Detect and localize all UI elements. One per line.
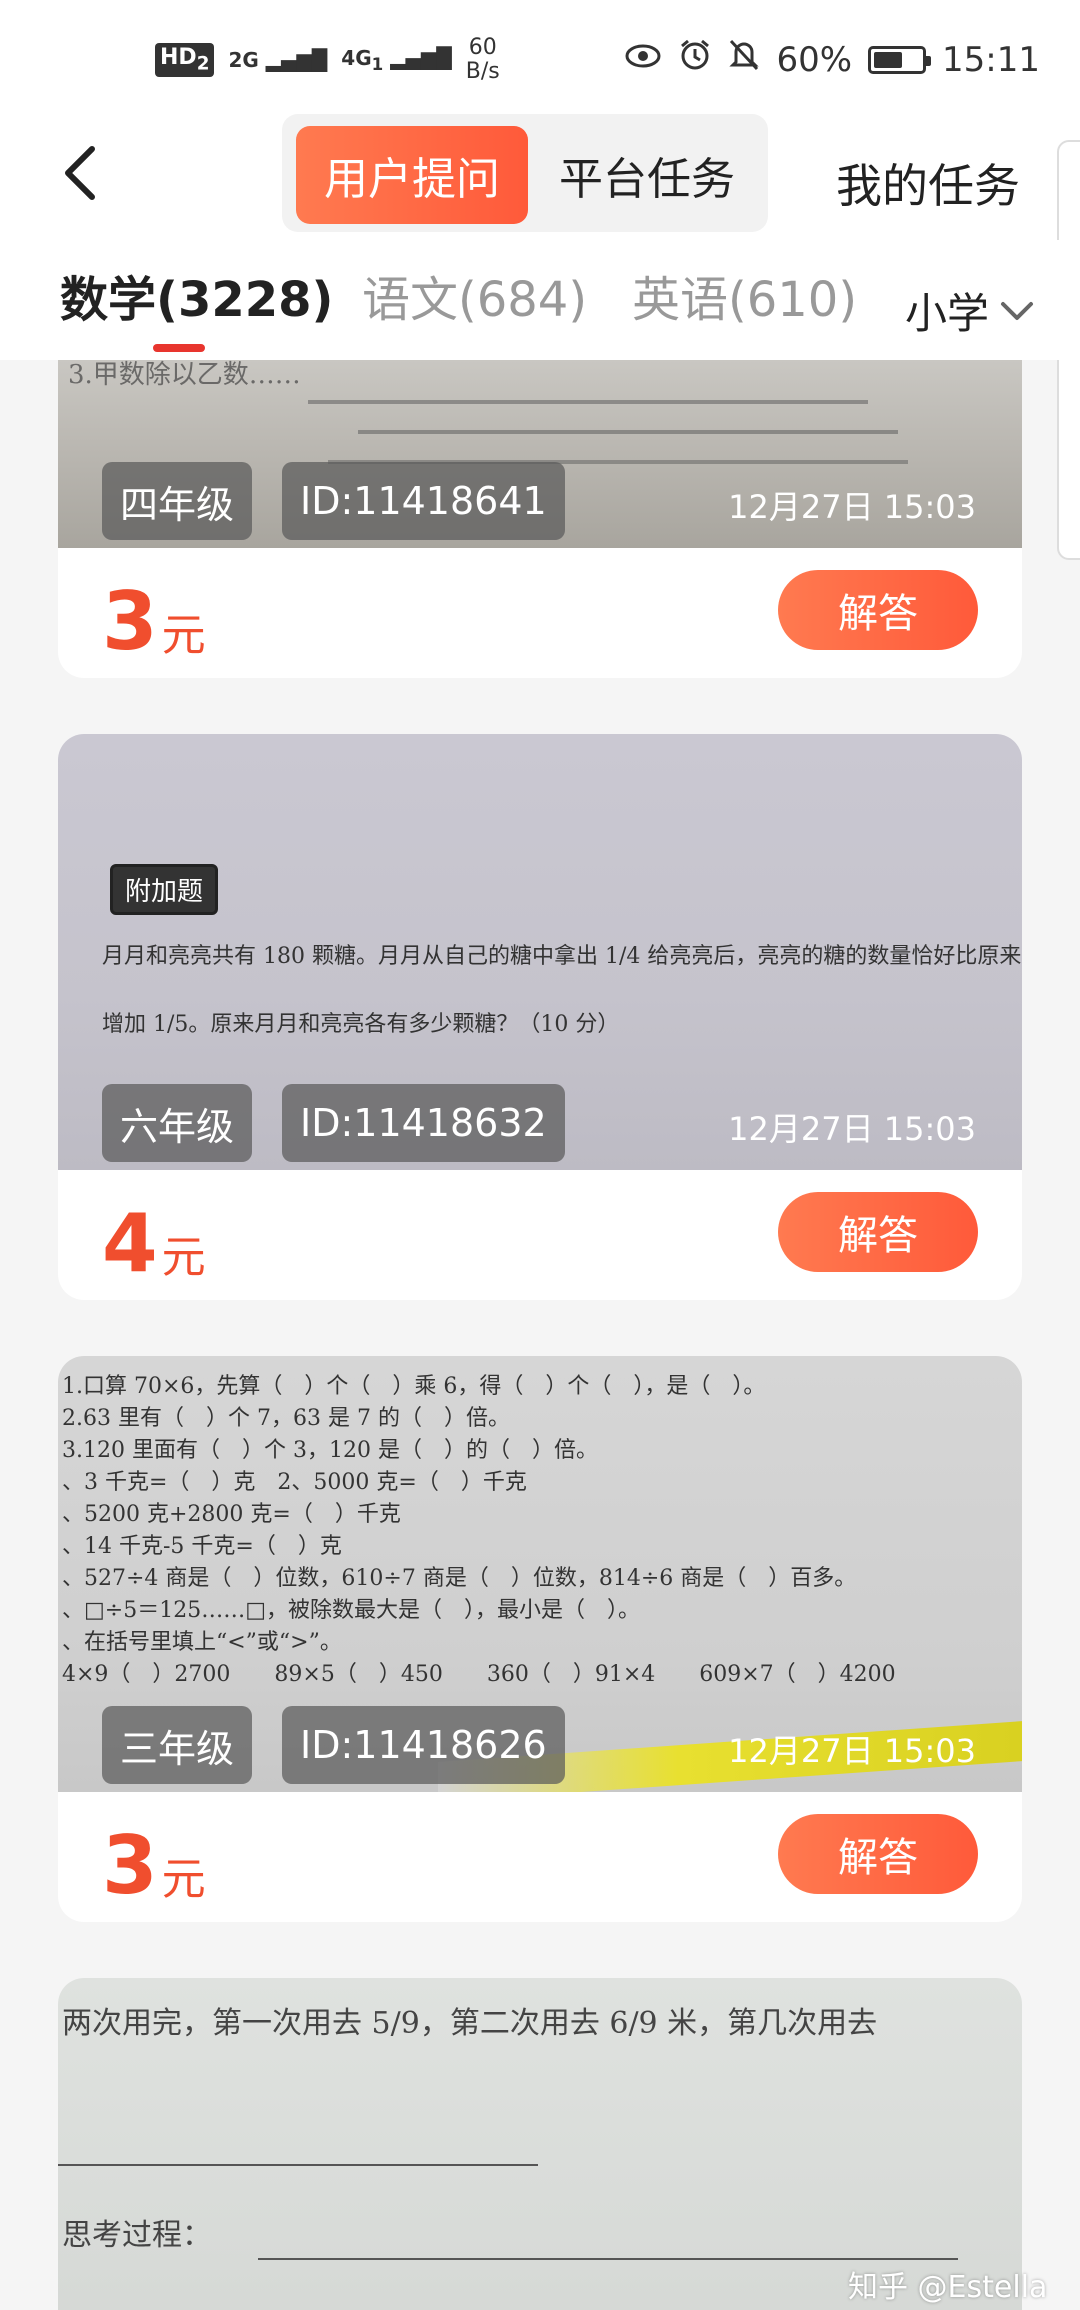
- price-unit: 元: [161, 1854, 206, 1905]
- signal-2g-label: 2G: [228, 48, 259, 72]
- reward-price: 3 元: [102, 582, 206, 662]
- price-unit: 元: [161, 1232, 206, 1283]
- image-text-line: 、3 千克=（ ）克 2、5000 克=（ ）千克: [62, 1470, 527, 1495]
- price-value: 3: [102, 1819, 158, 1912]
- my-tasks-link[interactable]: 我的任务: [836, 150, 1020, 216]
- image-rule-line: [258, 2258, 958, 2260]
- answer-button[interactable]: 解答: [778, 570, 978, 650]
- signal-4g-icon: 4G1 ▂▄▆█: [341, 46, 452, 74]
- image-text-line: 两次用完，第一次用去 5/9，第二次用去 6/9 米，第几次用去: [62, 2006, 878, 2041]
- top-header: 用户提问 平台任务 我的任务: [0, 110, 1080, 240]
- mute-bell-icon: [728, 38, 760, 81]
- question-id-badge: ID:11418632: [282, 1084, 565, 1162]
- image-text-line: 、□÷5＝125……□，被除数最大是（ ），最小是（ ）。: [62, 1598, 640, 1623]
- image-scribble: [308, 400, 868, 404]
- eye-icon: [624, 40, 662, 80]
- hd-sub: 2: [196, 53, 210, 75]
- hd-label: HD: [160, 45, 197, 71]
- battery-icon: [868, 45, 932, 74]
- answer-button[interactable]: 解答: [778, 1814, 978, 1894]
- image-text-line: 月月和亮亮共有 180 颗糖。月月从自己的糖中拿出 1/4 给亮亮后，亮亮的糖的…: [102, 944, 1022, 969]
- grade-badge: 三年级: [102, 1706, 253, 1784]
- signal-4g-sub: 1: [371, 55, 384, 74]
- reward-price: 4 元: [102, 1204, 206, 1284]
- image-text-line: 、527÷4 商是（ ）位数，610÷7 商是（ ）位数，814÷6 商是（ ）…: [62, 1566, 857, 1591]
- tab-user-questions[interactable]: 用户提问: [296, 126, 528, 224]
- speed-value: 60: [468, 35, 497, 60]
- image-text-line: 、在括号里填上“<”或“>”。: [62, 1630, 342, 1655]
- question-image[interactable]: 3.甲数除以乙数…… 四年级 ID:11418641 12月27日 15:03: [58, 360, 1022, 548]
- grade-level-dropdown[interactable]: 小学: [905, 280, 1035, 341]
- speed-unit: B/s: [465, 59, 500, 84]
- status-left: HD2 2G ▂▄▆█ 4G1 ▂▄▆█ 60 B/s: [155, 36, 500, 84]
- question-card[interactable]: 两次用完，第一次用去 5/9，第二次用去 6/9 米，第几次用去 思考过程：: [58, 1978, 1022, 2310]
- clock-time: 15:11: [942, 39, 1040, 80]
- signal-2g-icon: 2G ▂▄▆█: [228, 48, 328, 72]
- question-id-badge: ID:11418641: [282, 462, 565, 540]
- price-unit: 元: [161, 610, 206, 661]
- image-text-line: 思考过程：: [62, 2218, 212, 2253]
- image-text-line: 4×9（ ）2700 89×5（ ）450 360（ ）91×4 609×7（ …: [62, 1662, 896, 1687]
- tab-english[interactable]: 英语(610): [632, 260, 857, 330]
- chevron-down-icon: [1001, 301, 1034, 320]
- answer-button[interactable]: 解答: [778, 1192, 978, 1272]
- image-text-line: 、14 千克-5 千克=（ ）克: [62, 1534, 342, 1559]
- hd-icon: HD2: [155, 43, 215, 77]
- watermark: 知乎 @Estella: [848, 2270, 1048, 2305]
- post-time: 12月27日 15:03: [728, 488, 976, 526]
- subject-tabs: 数学(3228) 语文(684) 英语(610) 小学: [0, 240, 1080, 360]
- image-scribble: [358, 430, 898, 434]
- grade-level-label: 小学: [905, 289, 990, 338]
- image-text-line: 1.口算 70×6，先算（ ）个（ ）乘 6，得（ ）个（ ），是（ ）。: [62, 1374, 766, 1399]
- question-image[interactable]: 1.口算 70×6，先算（ ）个（ ）乘 6，得（ ）个（ ），是（ ）。 2.…: [58, 1356, 1022, 1792]
- image-text-line: 增加 1/5。原来月月和亮亮各有多少颗糖？（10 分）: [102, 1012, 620, 1037]
- post-time: 12月27日 15:03: [728, 1732, 976, 1770]
- back-button[interactable]: [50, 138, 110, 208]
- status-right: 60% 15:11: [624, 38, 1040, 81]
- price-value: 4: [102, 1197, 158, 1290]
- image-text-line: 、5200 克+2800 克=（ ）千克: [62, 1502, 401, 1527]
- question-image[interactable]: 附加题 月月和亮亮共有 180 颗糖。月月从自己的糖中拿出 1/4 给亮亮后，亮…: [58, 734, 1022, 1170]
- signal-4g-label: 4G: [341, 46, 372, 70]
- active-tab-indicator: [153, 344, 205, 352]
- question-card[interactable]: 附加题 月月和亮亮共有 180 颗糖。月月从自己的糖中拿出 1/4 给亮亮后，亮…: [58, 734, 1022, 1300]
- grade-badge: 四年级: [102, 462, 253, 540]
- tab-platform-tasks[interactable]: 平台任务: [542, 126, 752, 224]
- price-value: 3: [102, 575, 158, 668]
- question-card[interactable]: 1.口算 70×6，先算（ ）个（ ）乘 6，得（ ）个（ ），是（ ）。 2.…: [58, 1356, 1022, 1922]
- question-card[interactable]: 3.甲数除以乙数…… 四年级 ID:11418641 12月27日 15:03 …: [58, 360, 1022, 678]
- question-image[interactable]: 两次用完，第一次用去 5/9，第二次用去 6/9 米，第几次用去 思考过程：: [58, 1978, 1022, 2310]
- tab-chinese[interactable]: 语文(684): [362, 260, 587, 330]
- image-tag: 附加题: [110, 864, 219, 915]
- tab-math[interactable]: 数学(3228): [60, 260, 333, 330]
- battery-fill: [874, 51, 902, 68]
- mode-switcher: 用户提问 平台任务: [282, 114, 768, 232]
- image-text-line: 3.甲数除以乙数……: [68, 360, 301, 390]
- post-time: 12月27日 15:03: [728, 1110, 976, 1148]
- chevron-left-icon: [65, 146, 95, 200]
- image-text-line: 3.120 里面有（ ）个 3，120 是（ ）的（ ）倍。: [62, 1438, 598, 1463]
- network-speed: 60 B/s: [466, 36, 500, 84]
- image-text-line: 2.63 里有（ ）个 7，63 是 7 的（ ）倍。: [62, 1406, 510, 1431]
- question-id-badge: ID:11418626: [282, 1706, 565, 1784]
- image-rule-line: [58, 2164, 538, 2166]
- battery-percent: 60%: [776, 39, 853, 80]
- reward-price: 3 元: [102, 1826, 206, 1906]
- alarm-icon: [678, 38, 712, 81]
- status-bar: HD2 2G ▂▄▆█ 4G1 ▂▄▆█ 60 B/s 60% 15:11: [0, 0, 1080, 120]
- grade-badge: 六年级: [102, 1084, 253, 1162]
